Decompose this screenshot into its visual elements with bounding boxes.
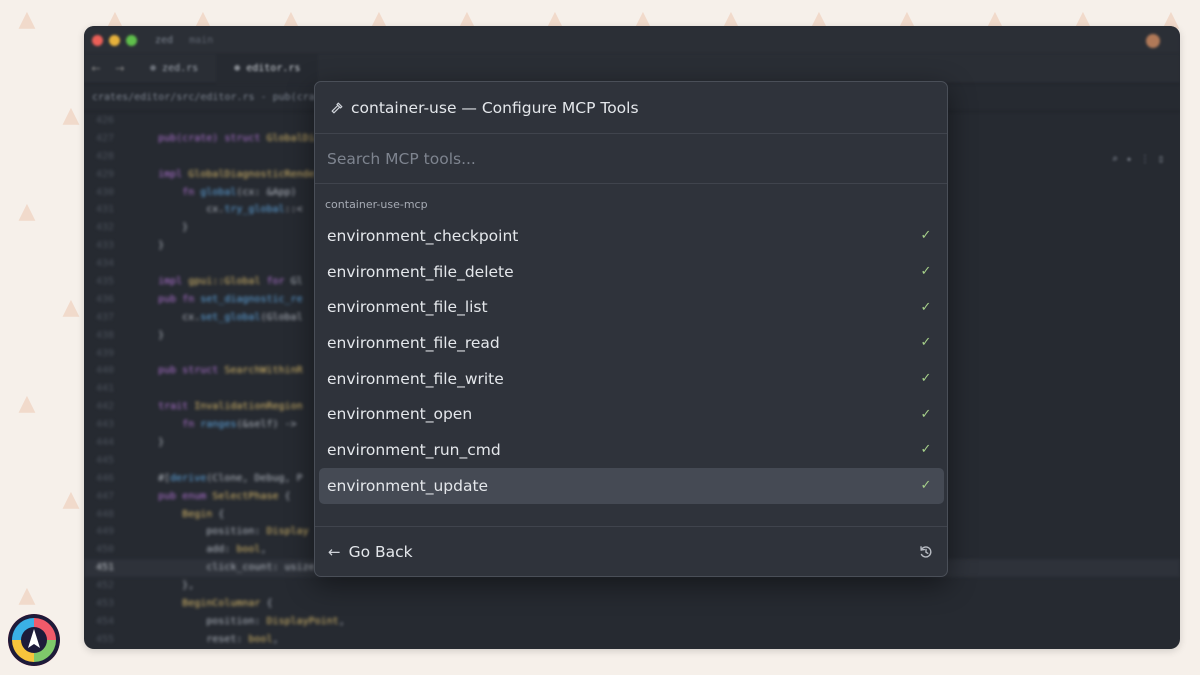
tool-item[interactable]: environment_run_cmd ✓: [319, 432, 944, 468]
tool-name: environment_open: [327, 405, 473, 424]
avatar[interactable]: [1146, 34, 1160, 48]
tool-name: environment_file_delete: [327, 262, 514, 281]
rocket-pattern-icon: ▲: [62, 103, 80, 128]
tool-name: environment_file_list: [327, 298, 488, 317]
minimize-window-button[interactable]: [109, 34, 120, 46]
check-icon[interactable]: ✓: [918, 264, 934, 279]
modal-title: container-use — Configure MCP Tools: [351, 98, 639, 117]
go-back-button[interactable]: ← Go Back: [328, 543, 413, 561]
tool-item[interactable]: environment_file_write ✓: [319, 361, 944, 397]
tool-name: environment_file_read: [327, 333, 500, 352]
tool-item[interactable]: environment_file_read ✓: [319, 325, 944, 361]
tab-editor-rs[interactable]: ⊕ editor.rs: [216, 53, 319, 84]
tool-name: environment_run_cmd: [327, 440, 501, 459]
check-icon[interactable]: ✓: [918, 407, 934, 422]
check-icon[interactable]: ✓: [918, 442, 934, 457]
maximize-window-button[interactable]: [126, 34, 137, 46]
rocket-pattern-icon: ▲: [18, 391, 36, 416]
brand-logo: [8, 614, 60, 666]
check-icon[interactable]: ✓: [918, 335, 934, 350]
branch-name[interactable]: main: [189, 35, 213, 46]
rocket-pattern-icon: ▲: [62, 487, 80, 512]
modal-footer: ← Go Back: [315, 526, 947, 576]
tool-name: environment_file_write: [327, 369, 504, 388]
reset-icon[interactable]: [917, 543, 935, 561]
project-name[interactable]: zed: [155, 35, 173, 46]
close-window-button[interactable]: [92, 34, 103, 46]
nav-forward-icon[interactable]: →: [108, 62, 132, 75]
go-back-label: Go Back: [348, 542, 413, 561]
rocket-pattern-icon: ▲: [62, 295, 80, 320]
tool-item[interactable]: environment_update ✓: [319, 467, 944, 504]
tab-zed-rs[interactable]: ⊕ zed.rs: [132, 54, 216, 84]
configure-mcp-tools-modal: container-use — Configure MCP Tools cont…: [314, 81, 948, 577]
tool-list: environment_checkpoint ✓ environment_file_…: [315, 218, 947, 504]
check-icon[interactable]: ✓: [918, 371, 934, 386]
group-label: container-use-mcp: [325, 198, 428, 211]
search-input[interactable]: [327, 149, 927, 168]
nav-back-icon[interactable]: ←: [84, 62, 108, 75]
search-row: [315, 134, 947, 184]
tool-name: environment_update: [327, 476, 489, 495]
tool-item[interactable]: environment_file_list ✓: [319, 289, 944, 325]
check-icon[interactable]: ✓: [918, 228, 934, 243]
arrow-left-icon: ←: [328, 542, 341, 561]
rocket-pattern-icon: ▲: [18, 199, 36, 224]
tab-bar: ← → ⊕ zed.rs ⊕ editor.rs: [84, 53, 1180, 84]
rocket-pattern-icon: ▲: [18, 7, 36, 32]
tool-item[interactable]: environment_checkpoint ✓: [319, 218, 944, 254]
tool-name: environment_checkpoint: [327, 226, 519, 245]
titlebar: zed main: [84, 26, 1180, 54]
rocket-pattern-icon: ▲: [18, 583, 36, 608]
check-icon[interactable]: ✓: [918, 300, 934, 315]
check-icon[interactable]: ✓: [918, 478, 934, 493]
hammer-icon: [329, 100, 345, 116]
tool-item[interactable]: environment_open ✓: [319, 396, 944, 432]
tool-item[interactable]: environment_file_delete ✓: [319, 254, 944, 290]
modal-header: container-use — Configure MCP Tools: [315, 82, 947, 134]
